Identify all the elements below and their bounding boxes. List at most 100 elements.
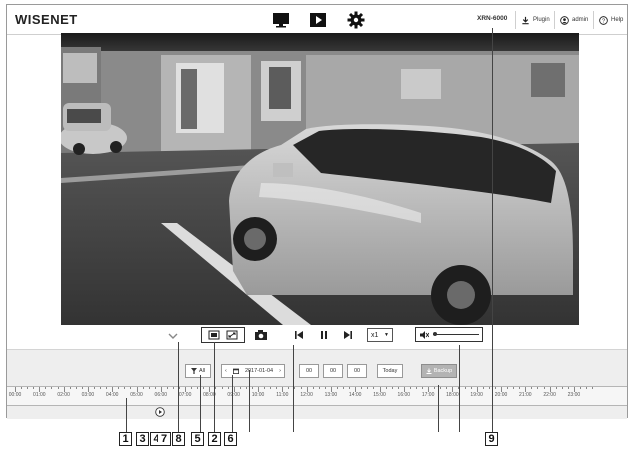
prev-day-icon[interactable]: ‹	[225, 368, 227, 374]
timeline-panel: All ‹ 2017-01-04 › 00 00 00 Today Backup…	[7, 349, 627, 419]
filter-label: All	[198, 368, 206, 374]
original-size-icon[interactable]	[208, 330, 220, 340]
screen: WISENET XRN-6000 Plugin admin ? Help x1 …	[0, 0, 634, 454]
timeline-hour-label: 22:00	[543, 392, 556, 398]
timeline-hour-label: 06:00	[154, 392, 168, 398]
timeline-minor-tick	[118, 387, 120, 389]
timeline-hour-label: 16:00	[397, 392, 411, 398]
skip-back-icon[interactable]	[294, 330, 304, 340]
timeline-minor-tick	[543, 387, 545, 389]
timeline-hour-label: 15:00	[373, 392, 386, 398]
callout-leader-backup	[438, 385, 439, 432]
timeline-minor-tick	[245, 387, 247, 389]
timeline-minor-tick	[203, 387, 205, 389]
plugin-button[interactable]: Plugin	[515, 11, 550, 29]
timeline-minor-tick	[586, 387, 588, 389]
help-label: Help	[611, 17, 624, 23]
callout-leader-5	[200, 375, 201, 432]
skip-forward-icon[interactable]	[343, 330, 353, 340]
date-selector[interactable]: ‹ 2017-01-04 ›	[221, 364, 285, 378]
event-filter-button[interactable]: All	[185, 364, 211, 378]
timeline-hour-label: 23:00	[567, 392, 581, 398]
today-button[interactable]: Today	[377, 364, 403, 378]
user-icon	[560, 15, 569, 25]
zoom-button-3[interactable]: 00	[347, 364, 367, 378]
callout-3: 3	[136, 432, 149, 446]
chevron-down-icon[interactable]	[167, 331, 179, 341]
timeline-minor-tick	[191, 387, 193, 389]
timeline-ruler[interactable]: 00:00 01:00 02:00 03:00 04:00 05:00 06:00 07:00…	[7, 386, 627, 406]
zoom-button-1[interactable]: 00	[299, 364, 319, 378]
timeline-minor-tick	[276, 387, 278, 389]
timeline-minor-tick	[373, 387, 375, 389]
help-button[interactable]: ? Help	[593, 11, 623, 29]
timeline-minor-tick	[537, 387, 539, 389]
speed-value: x1	[371, 331, 379, 339]
callout-5: 5	[191, 432, 204, 446]
playback-icon[interactable]	[309, 11, 327, 29]
fit-screen-icon[interactable]	[226, 330, 238, 340]
timeline-hour-label: 10:00	[251, 392, 265, 398]
timeline-hour-label: 19:00	[470, 392, 483, 398]
callout-leader-9	[492, 28, 493, 432]
backup-button[interactable]: Backup	[421, 364, 457, 378]
callout-leader-capture	[293, 345, 294, 432]
timeline-minor-tick	[507, 387, 509, 389]
timeline-minor-tick	[27, 387, 29, 389]
timeline-minor-tick	[519, 387, 521, 389]
callout-6: 6	[224, 432, 237, 446]
timeline-minor-tick	[561, 387, 563, 389]
timeline-minor-tick	[385, 387, 387, 389]
callout-leader-6	[232, 375, 233, 432]
timeline-minor-tick	[592, 387, 594, 389]
timeline-minor-tick	[69, 387, 71, 389]
timeline-minor-tick	[215, 387, 217, 389]
gear-icon[interactable]	[347, 11, 365, 29]
monitor-icon[interactable]	[272, 11, 290, 29]
volume-slider[interactable]	[433, 332, 479, 336]
timeline-minor-tick	[349, 387, 351, 389]
timeline-minor-tick	[343, 387, 345, 389]
timeline-minor-tick	[422, 387, 424, 389]
timeline-minor-tick	[106, 387, 108, 389]
timeline-minor-tick	[434, 387, 436, 389]
timeline-minor-tick	[93, 387, 95, 389]
timeline-hour-label: 01:00	[33, 392, 46, 398]
view-size-group	[201, 327, 245, 343]
timeline-minor-tick	[446, 387, 448, 389]
timeline-minor-tick	[179, 387, 181, 389]
timeline-hour-label: 11:00	[276, 392, 289, 398]
video-playback-view[interactable]	[61, 33, 579, 325]
volume-handle[interactable]	[433, 332, 437, 336]
next-day-icon[interactable]: ›	[279, 368, 281, 374]
callout-leader-1	[126, 398, 127, 432]
callout-1: 1	[119, 432, 132, 446]
timeline-minor-tick	[464, 387, 466, 389]
help-icon: ?	[599, 15, 608, 25]
timeline-minor-tick	[397, 387, 399, 389]
timeline-minor-tick	[270, 387, 272, 389]
timeline-hour-label: 21:00	[519, 392, 532, 398]
speed-select[interactable]: x1 ▼	[367, 328, 393, 342]
user-menu[interactable]: admin	[554, 11, 588, 29]
camera-capture-icon[interactable]	[254, 329, 268, 341]
callout-7: 7	[158, 432, 171, 446]
backup-icon	[426, 368, 432, 374]
timeline-minor-tick	[75, 387, 77, 389]
pause-icon[interactable]	[319, 330, 329, 340]
download-icon	[522, 16, 529, 24]
timeline-minor-tick	[294, 387, 296, 389]
speaker-muted-icon[interactable]	[420, 330, 429, 339]
timeline-minor-tick	[264, 387, 266, 389]
timeline-minor-tick	[142, 387, 144, 389]
zoom-label: 00	[305, 368, 313, 374]
timeline-minor-tick	[100, 387, 102, 389]
timeline-hour-label: 07:00	[178, 392, 192, 398]
callout-8: 8	[172, 432, 185, 446]
play-circle-icon[interactable]	[155, 407, 165, 417]
timeline-minor-tick	[336, 387, 338, 389]
zoom-button-2[interactable]: 00	[323, 364, 343, 378]
timeline-hour-label: 09:00	[227, 392, 240, 398]
timeline-hour-label: 17:00	[421, 392, 435, 398]
timeline-minor-tick	[221, 387, 223, 389]
